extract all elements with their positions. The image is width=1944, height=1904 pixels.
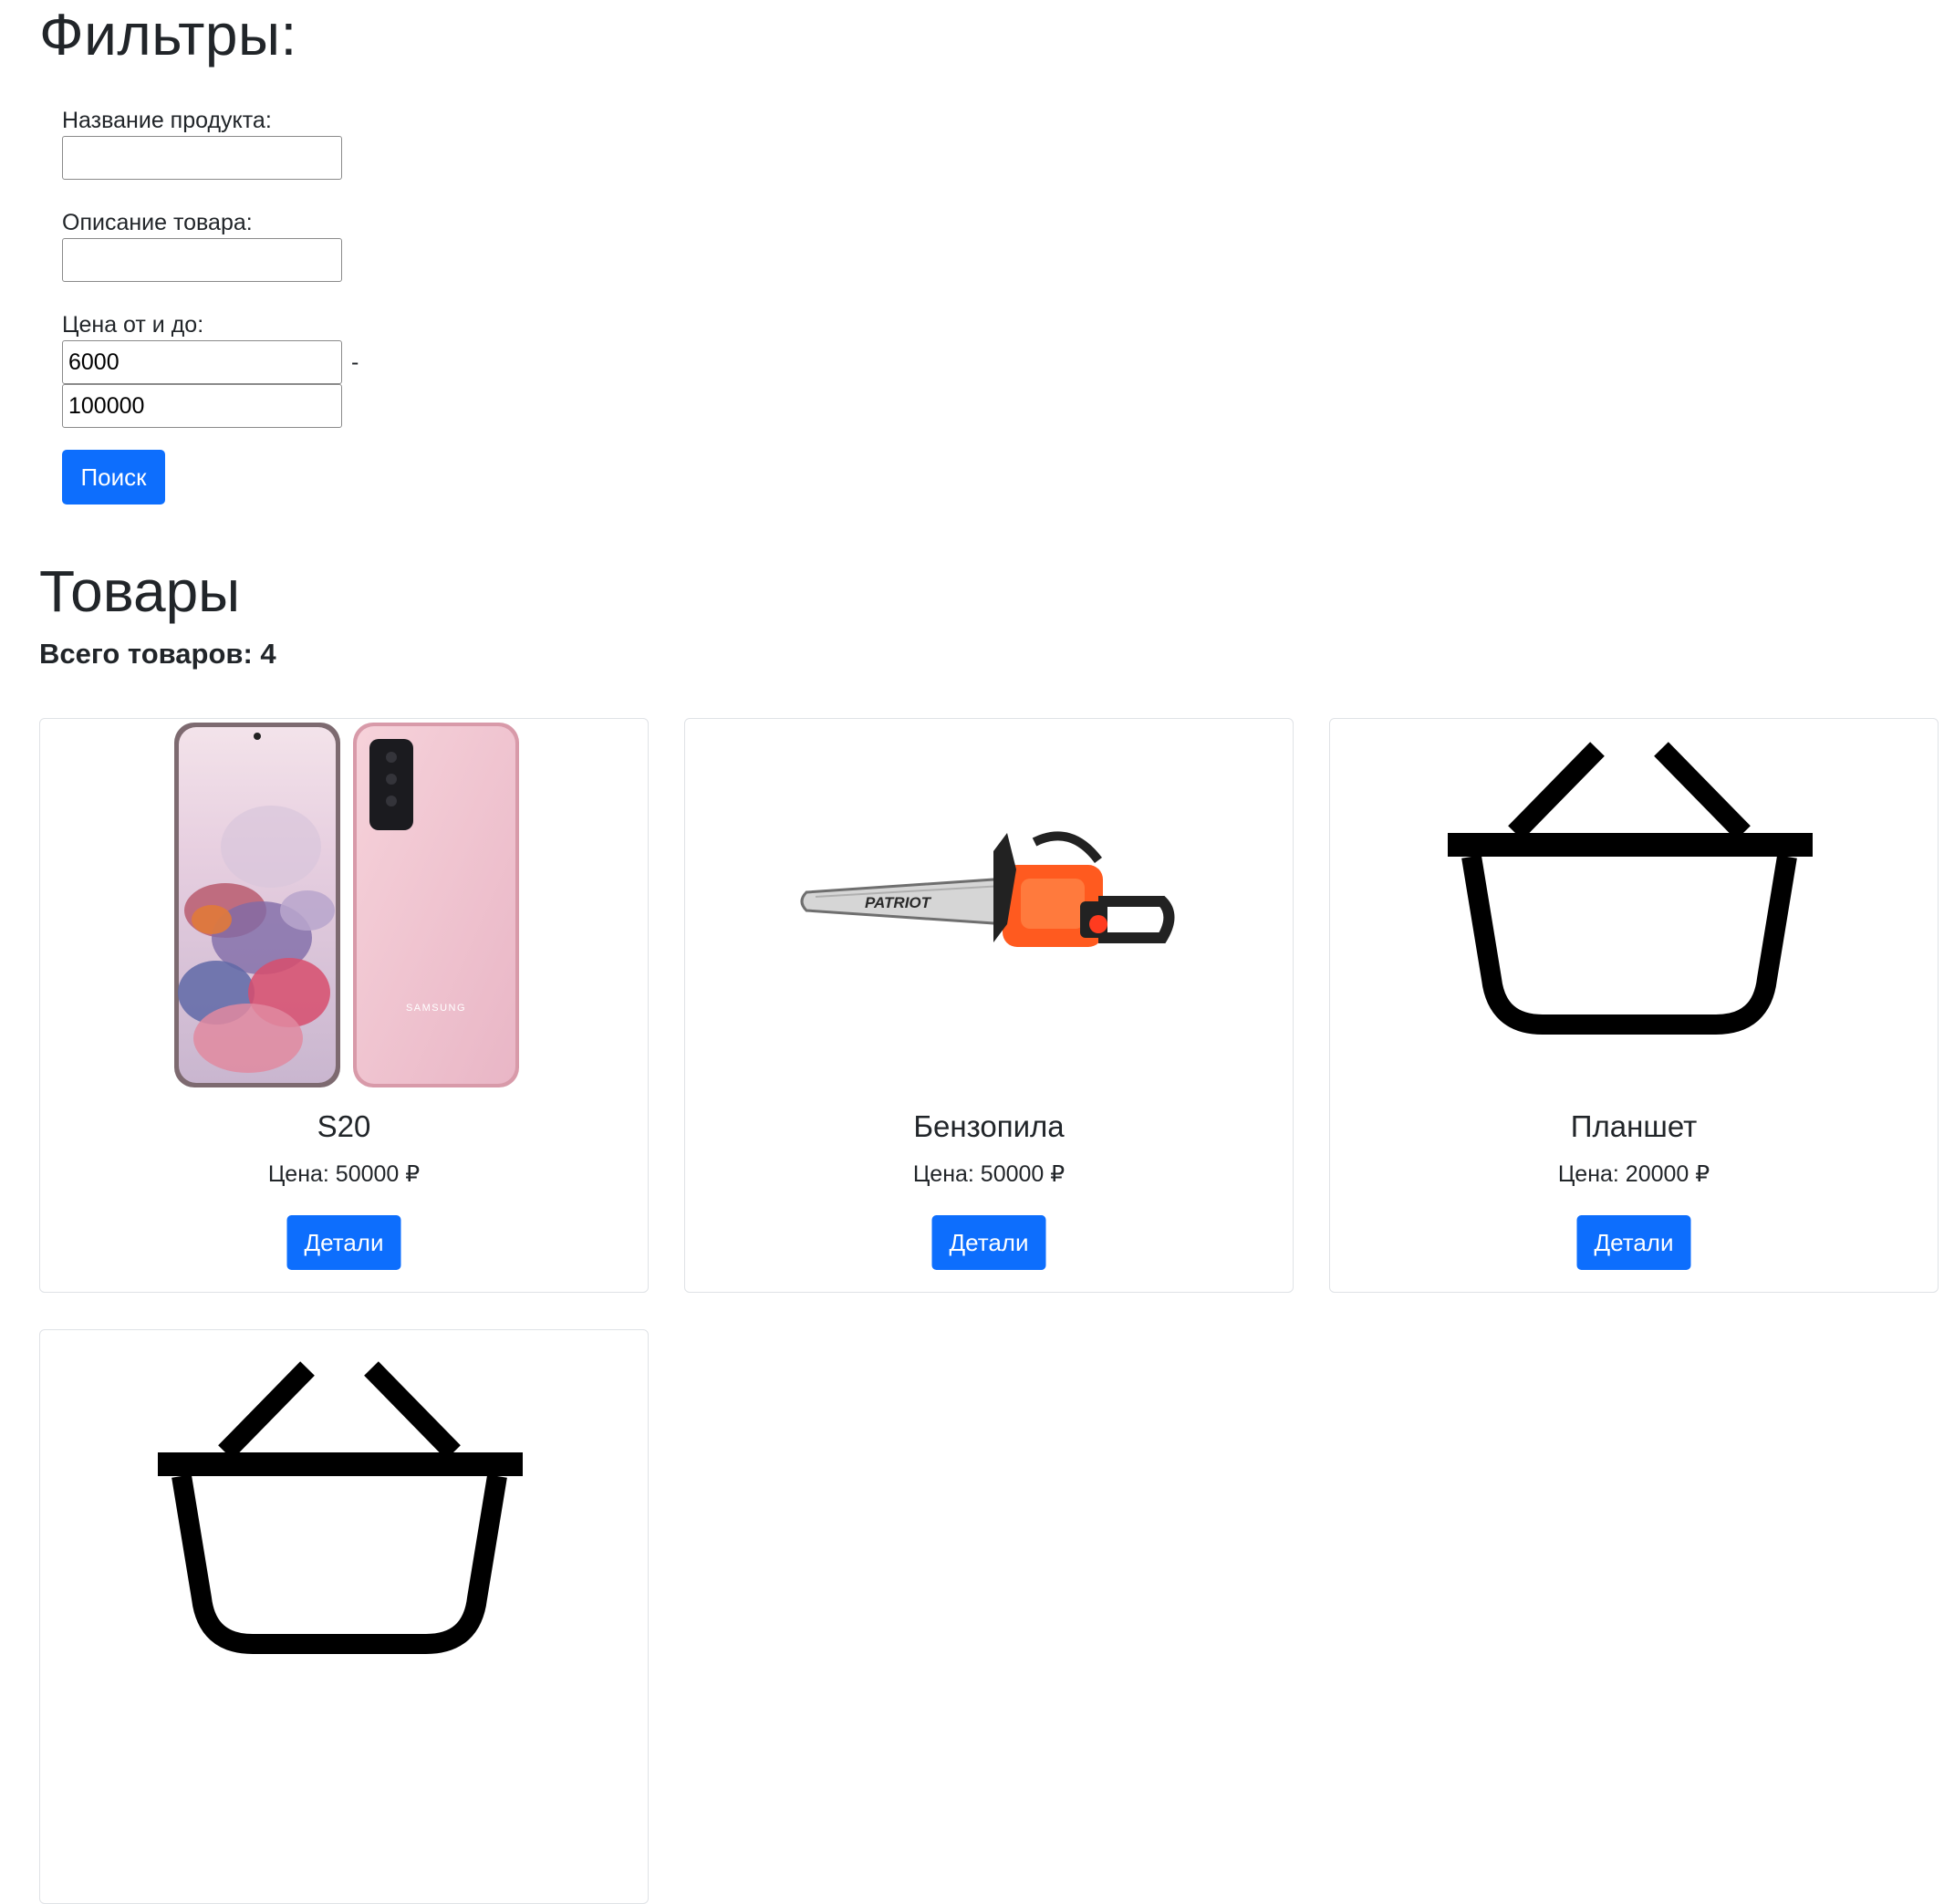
product-image: [1330, 719, 1938, 1093]
price-to-input[interactable]: [62, 384, 342, 428]
products-heading: Товары: [39, 558, 241, 624]
filters-heading: Фильтры:: [39, 2, 297, 68]
product-name: Бензопила: [913, 1109, 1065, 1143]
details-button[interactable]: Детали: [931, 1215, 1046, 1270]
product-name: S20: [317, 1109, 371, 1143]
product-image: PATRIOT: [685, 719, 1293, 1093]
description-filter-group: Описание товара:: [62, 207, 359, 282]
product-image: [40, 1330, 648, 1704]
product-image: SAMSUNG: [40, 719, 648, 1093]
price-filter-group: Цена от и до: -: [62, 309, 359, 428]
details-button[interactable]: Детали: [1576, 1215, 1691, 1270]
product-price: Цена: 50000 ₽: [912, 1161, 1066, 1187]
product-card: Планшет Цена: 20000 ₽ Детали: [1329, 718, 1939, 1293]
svg-text:SAMSUNG: SAMSUNG: [406, 1003, 466, 1014]
price-separator: -: [351, 349, 359, 375]
price-range-label: Цена от и до:: [62, 312, 204, 338]
product-name: Планшет: [1570, 1109, 1698, 1143]
description-input[interactable]: [62, 238, 342, 282]
products-total: Всего товаров: 4: [39, 638, 276, 670]
chainsaw-image: PATRIOT: [800, 831, 1175, 947]
product-card: PATRIOT Бензопила Цена: 50000 ₽ Детали: [684, 718, 1294, 1293]
filter-form: Название продукта: Описание товара: Цена…: [62, 105, 359, 505]
product-price: Цена: 50000 ₽: [267, 1161, 421, 1187]
name-filter-group: Название продукта:: [62, 105, 359, 180]
product-name-label: Название продукта:: [62, 108, 272, 133]
chainsaw-brand-label: PATRIOT: [865, 894, 932, 911]
price-from-row: -: [62, 340, 359, 384]
product-card: SAMSUNG S20 Цена: 50000 ₽ Детали: [39, 718, 649, 1293]
price-from-input[interactable]: [62, 340, 342, 384]
product-price: Цена: 20000 ₽: [1557, 1161, 1710, 1187]
smartphone-image: SAMSUNG: [174, 723, 519, 1087]
description-label: Описание товара:: [62, 210, 253, 235]
search-button[interactable]: Поиск: [62, 450, 165, 505]
basket-icon: [1448, 742, 1813, 1035]
product-name-input[interactable]: [62, 136, 342, 180]
product-card: [39, 1329, 649, 1904]
basket-icon: [158, 1361, 523, 1654]
details-button[interactable]: Детали: [286, 1215, 401, 1270]
